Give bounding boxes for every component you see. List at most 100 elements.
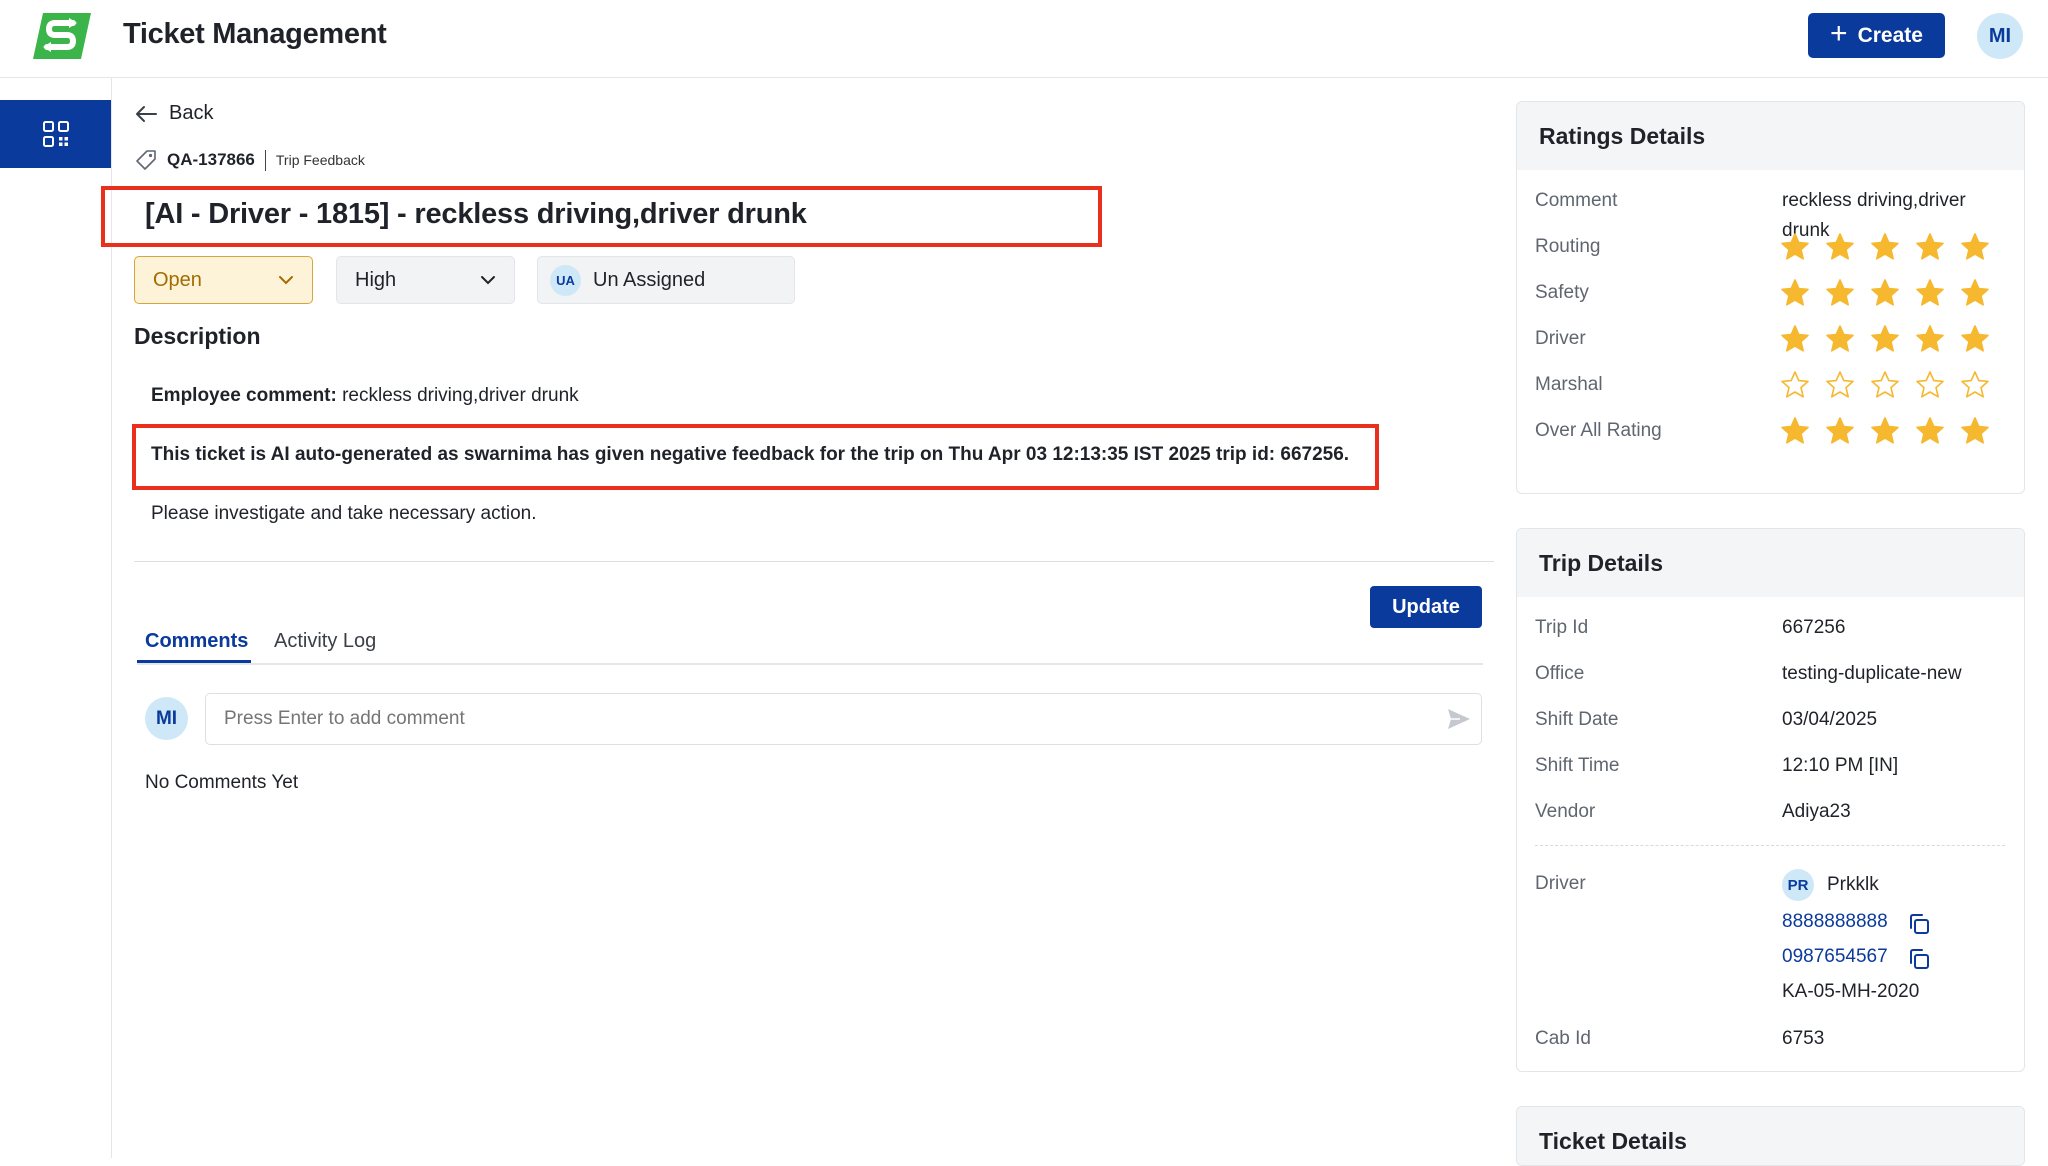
copy-icon[interactable]: [1907, 912, 1931, 936]
star-filled-icon: [1826, 279, 1854, 306]
ratings-heading: Ratings Details: [1517, 102, 2024, 170]
assignee-avatar: UA: [550, 264, 581, 296]
tabs: Comments Activity Log: [137, 618, 1483, 665]
comment-input[interactable]: [205, 693, 1482, 745]
driver-phone-2[interactable]: 0987654567: [1782, 946, 1888, 968]
ticket-title: [AI - Driver - 1815] - reckless driving,…: [145, 198, 807, 230]
employee-comment-text: reckless driving,driver drunk: [336, 385, 579, 406]
shift-time-label: Shift Time: [1535, 755, 1620, 776]
star-outline-icon: [1961, 371, 1989, 398]
star-filled-icon: [1961, 279, 1989, 306]
back-link[interactable]: Back: [135, 102, 213, 125]
star-filled-icon: [1961, 233, 1989, 260]
star-outline-icon: [1826, 371, 1854, 398]
star-filled-icon: [1871, 325, 1899, 352]
driver-label: Driver: [1535, 873, 1586, 894]
employee-comment: Employee comment: reckless driving,drive…: [151, 385, 579, 407]
driver-name: Prkklk: [1827, 874, 1879, 895]
create-button-label: Create: [1857, 23, 1923, 47]
top-bar: Ticket Management + Create MI: [0, 0, 2048, 78]
star-filled-icon: [1916, 233, 1944, 260]
star-filled-icon: [1826, 417, 1854, 444]
send-icon[interactable]: [1446, 706, 1472, 732]
star-filled-icon: [1871, 233, 1899, 260]
description-heading: Description: [134, 323, 261, 349]
ticket-details-heading: Ticket Details: [1517, 1107, 2024, 1165]
vendor-value: Adiya23: [1782, 801, 1851, 822]
sidebar-item-dashboard[interactable]: [0, 100, 111, 168]
shift-time-value: 12:10 PM [IN]: [1782, 755, 1899, 776]
comment-user-avatar: MI: [145, 697, 188, 740]
star-rating: [1780, 416, 1990, 446]
copy-icon[interactable]: [1907, 947, 1931, 971]
star-filled-icon: [1916, 325, 1944, 352]
user-avatar[interactable]: MI: [1977, 13, 2023, 59]
star-filled-icon: [1781, 279, 1809, 306]
star-filled-icon: [1961, 417, 1989, 444]
meta-divider: [264, 149, 266, 171]
star-filled-icon: [1826, 325, 1854, 352]
cab-id-label: Cab Id: [1535, 1028, 1591, 1049]
star-rating: [1780, 232, 1990, 262]
trip-divider: [1535, 845, 2005, 846]
ratings-panel: Ratings Details Comment reckless driving…: [1516, 101, 2025, 494]
plus-icon: +: [1830, 17, 1848, 50]
office-value: testing-duplicate-new: [1782, 663, 1962, 684]
ticket-type: Trip Feedback: [275, 152, 365, 168]
star-filled-icon: [1961, 325, 1989, 352]
auto-generated-text: This ticket is AI auto-generated as swar…: [151, 444, 1350, 465]
vendor-label: Vendor: [1535, 801, 1596, 822]
arrow-left-icon: [136, 105, 157, 122]
back-label: Back: [169, 102, 214, 124]
sidebar: [0, 78, 112, 1158]
star-rating: [1780, 370, 1990, 400]
employee-comment-label: Employee comment:: [151, 385, 337, 406]
star-filled-icon: [1781, 325, 1809, 352]
rating-comment-label: Comment: [1535, 190, 1618, 211]
assignee-dropdown[interactable]: UA Un Assigned: [537, 256, 795, 304]
star-outline-icon: [1916, 371, 1944, 398]
star-rating: [1780, 278, 1990, 308]
star-filled-icon: [1781, 417, 1809, 444]
priority-dropdown[interactable]: High: [336, 256, 515, 304]
priority-value: High: [355, 268, 397, 291]
driver-phone-1[interactable]: 8888888888: [1782, 911, 1888, 933]
rating-label-marshal: Marshal: [1535, 374, 1603, 395]
chevron-down-icon: [481, 276, 495, 285]
star-filled-icon: [1916, 417, 1944, 444]
app-logo[interactable]: [33, 13, 91, 59]
trip-id-value: 667256: [1782, 617, 1846, 638]
star-filled-icon: [1826, 233, 1854, 260]
star-rating: [1780, 324, 1990, 354]
shift-date-label: Shift Date: [1535, 709, 1619, 730]
driver-avatar: PR: [1782, 869, 1814, 901]
rating-label-routing: Routing: [1535, 236, 1601, 257]
chevron-down-icon: [279, 276, 293, 285]
vehicle-number: KA-05-MH-2020: [1782, 981, 1920, 1002]
active-tab-indicator: [137, 660, 251, 663]
status-value: Open: [153, 268, 202, 291]
tab-comments[interactable]: Comments: [145, 630, 248, 653]
status-dropdown[interactable]: Open: [134, 256, 313, 304]
rating-label-driver: Driver: [1535, 328, 1586, 349]
trip-panel: Trip Details Trip Id 667256 Office testi…: [1516, 528, 2025, 1072]
rating-comment-line1: reckless driving,driver: [1782, 190, 1966, 211]
app-title: Ticket Management: [123, 18, 387, 50]
ticket-id: QA-137866: [167, 150, 255, 169]
rating-label-safety: Safety: [1535, 282, 1589, 303]
grid-icon: [42, 121, 69, 147]
create-button[interactable]: + Create: [1808, 13, 1945, 58]
tab-activity-log[interactable]: Activity Log: [274, 630, 376, 653]
star-filled-icon: [1871, 417, 1899, 444]
star-filled-icon: [1781, 233, 1809, 260]
trip-id-label: Trip Id: [1535, 617, 1589, 638]
star-filled-icon: [1871, 279, 1899, 306]
section-divider: [134, 561, 1494, 562]
no-comments-text: No Comments Yet: [145, 772, 299, 793]
ticket-details-panel: Ticket Details: [1516, 1106, 2025, 1166]
assignee-value: Un Assigned: [593, 268, 706, 291]
action-text: Please investigate and take necessary ac…: [151, 503, 537, 524]
office-label: Office: [1535, 663, 1585, 684]
star-filled-icon: [1916, 279, 1944, 306]
ticket-tag-icon: [136, 150, 156, 170]
